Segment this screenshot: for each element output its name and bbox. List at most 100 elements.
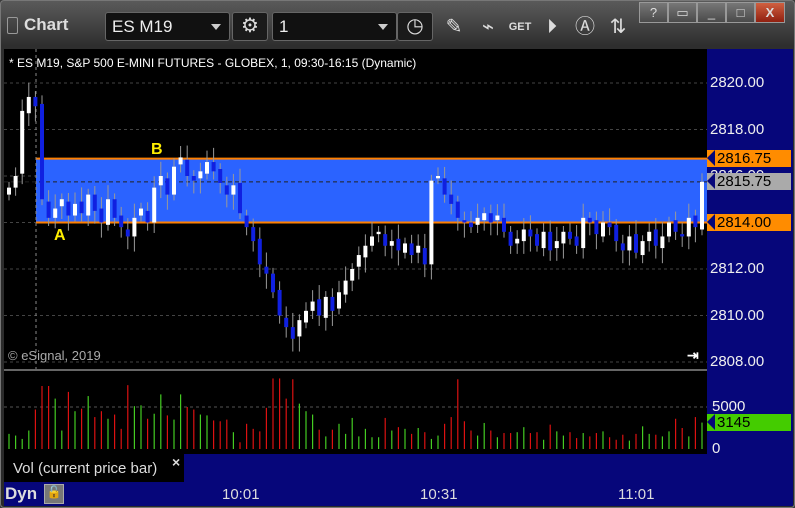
alert-icon[interactable]: Ⓐ [571, 13, 599, 41]
maximize-button[interactable]: □ [726, 2, 755, 23]
window-title[interactable]: Chart [7, 15, 68, 35]
time-axis[interactable]: Dyn 🔓 10:01 10:31 11:01 [4, 482, 793, 506]
symbol-value: ES M19 [112, 16, 173, 36]
get-icon[interactable]: GET [506, 13, 534, 41]
candle-body [251, 227, 256, 242]
candle-body [686, 217, 691, 237]
candle-body [277, 289, 282, 316]
candle-body [700, 181, 704, 230]
candle-body [112, 199, 117, 218]
symbol-select[interactable]: ES M19 [105, 12, 230, 41]
candle-body [667, 222, 671, 237]
volume-plot-svg [4, 378, 707, 449]
copyright: © eSignal, 2019 [8, 348, 101, 363]
price-axis[interactable] [707, 49, 793, 454]
candle-body [132, 217, 137, 237]
candle-body [33, 96, 38, 107]
candle-body [627, 236, 632, 251]
candle-body [620, 243, 625, 251]
close-button[interactable]: X [755, 2, 785, 23]
chart-window: Chart ES M19 ⚙ 1 ◷ ✎ ⌁ GET ⏵ Ⓐ ⇅ ? ▭ _ □… [0, 0, 795, 508]
volume-label-text: Vol (current price bar) [13, 460, 158, 477]
candle-body [653, 229, 658, 246]
candle-body [238, 182, 242, 214]
candle-body [548, 231, 553, 251]
link-icon[interactable]: ⇅ [604, 13, 632, 41]
candle-body [442, 178, 447, 195]
candle-body [125, 229, 130, 237]
restore-menu-button[interactable]: ▭ [668, 2, 697, 23]
minimize-button[interactable]: _ [697, 2, 726, 23]
candle-body [416, 245, 421, 253]
candle-body [601, 222, 605, 237]
candle-body [594, 220, 599, 235]
candle-body [13, 176, 18, 188]
candle-body [99, 208, 104, 223]
price-tick-label: 2808.00 [710, 353, 765, 370]
title-text: Chart [24, 15, 69, 34]
candle-body [482, 213, 487, 221]
interval-select[interactable]: 1 [272, 12, 397, 41]
candle-body [640, 241, 645, 256]
annotation-b: B [151, 141, 163, 158]
clock-icon[interactable]: ◷ [397, 12, 433, 41]
candle-body [541, 231, 546, 249]
candle-body [7, 187, 11, 195]
candle-body [449, 194, 454, 204]
candle-body [119, 215, 124, 228]
candle-body [429, 180, 434, 265]
price-tick-label: 2820.00 [710, 74, 765, 91]
candle-body [502, 217, 506, 232]
time-label: 11:01 [618, 486, 655, 503]
candle-body [383, 234, 388, 246]
candle-body [337, 292, 341, 309]
candle-body [59, 199, 64, 207]
settings-icon[interactable]: ⚙ [232, 12, 268, 41]
candle-body [568, 231, 572, 239]
vol-tick-5000: 5000 [712, 398, 746, 415]
lock-icon[interactable]: 🔓 [44, 484, 64, 504]
candle-body [521, 229, 526, 242]
candle-body [350, 269, 355, 281]
dyn-mode-label[interactable]: Dyn [5, 484, 37, 504]
candle-body [66, 201, 71, 216]
price-band [36, 158, 707, 223]
candle-body [455, 201, 460, 218]
study-bar: Vol (current price bar) × [4, 454, 793, 482]
candle-body [680, 234, 685, 237]
candle-body [409, 243, 414, 256]
volume-chart[interactable] [4, 371, 707, 454]
price-tick-label: 2818.00 [710, 120, 765, 138]
candle-body [40, 103, 44, 200]
candle-body [158, 176, 163, 186]
studies-icon[interactable]: ⌁ [474, 13, 502, 41]
play-icon[interactable]: ⏵ [538, 13, 566, 41]
candle-body [86, 194, 91, 216]
help-button[interactable]: ? [639, 2, 668, 23]
candle-body [660, 236, 665, 249]
candle-body [218, 169, 223, 183]
candle-body [475, 217, 480, 225]
close-study-icon[interactable]: × [172, 454, 180, 470]
time-label: 10:01 [222, 486, 260, 503]
candle-body [297, 320, 302, 337]
chevron-down-icon [378, 24, 388, 30]
chart-header: * ES M19, S&P 500 E-MINI FUTURES - GLOBE… [9, 56, 417, 70]
band-upper-tag: 2816.75 [707, 150, 791, 167]
annotation-a: A [54, 227, 66, 244]
price-chart[interactable]: * ES M19, S&P 500 E-MINI FUTURES - GLOBE… [4, 49, 707, 369]
price-tick-label: 2810.00 [710, 306, 765, 324]
candle-body [191, 176, 196, 181]
candle-body [574, 236, 579, 246]
interval-value: 1 [279, 16, 289, 36]
candle-body [271, 273, 275, 293]
candle-body [403, 243, 407, 253]
grip-icon[interactable] [7, 16, 18, 34]
candle-body [508, 231, 513, 246]
candle-body [495, 215, 500, 221]
candle-body [290, 327, 295, 339]
pencil-icon[interactable]: ✎ [440, 13, 468, 41]
scroll-to-end-icon[interactable]: ⇥ [687, 347, 699, 364]
candle-body [436, 176, 440, 179]
volume-study-label[interactable]: Vol (current price bar) × [4, 454, 184, 482]
